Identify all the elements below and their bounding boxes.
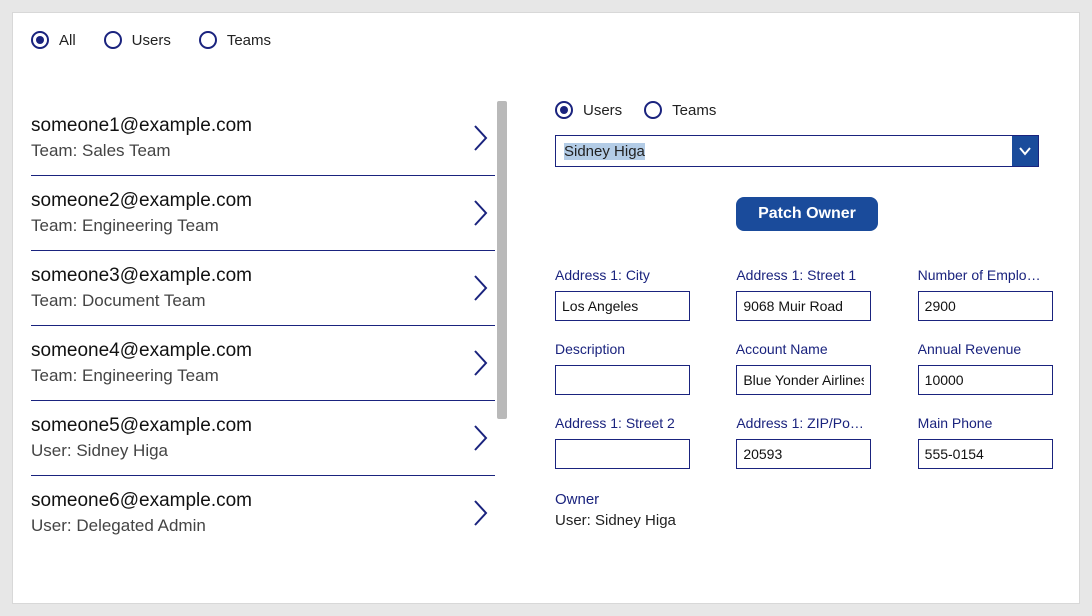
radio-label: All [59, 32, 76, 49]
street1-input[interactable] [736, 291, 871, 321]
list-item-sub: Team: Sales Team [31, 141, 252, 161]
field-label: Address 1: City [555, 267, 696, 283]
list-item-content: someone6@example.com User: Delegated Adm… [31, 490, 252, 536]
list-item-email: someone2@example.com [31, 190, 252, 212]
detail-panel: Users Teams Sidney Higa Patch Owner Addr… [507, 101, 1061, 595]
list-item-email: someone4@example.com [31, 340, 252, 362]
chevron-right-icon [473, 349, 489, 377]
list-item-sub: Team: Engineering Team [31, 366, 252, 386]
field-label: Number of Emplo… [918, 267, 1059, 283]
list-container[interactable]: someone1@example.com Team: Sales Team so… [31, 101, 495, 595]
list-item[interactable]: someone2@example.com Team: Engineering T… [31, 176, 495, 251]
chevron-right-icon [473, 124, 489, 152]
owner-block: Owner User: Sidney Higa [555, 491, 1059, 529]
chevron-right-icon [473, 274, 489, 302]
radio-users-detail[interactable]: Users [555, 101, 622, 119]
radio-label: Teams [672, 102, 716, 119]
list-item-sub: User: Sidney Higa [31, 441, 252, 461]
field-label: Main Phone [918, 415, 1059, 431]
street2-input[interactable] [555, 439, 690, 469]
list-item[interactable]: someone1@example.com Team: Sales Team [31, 101, 495, 176]
list-item-email: someone5@example.com [31, 415, 252, 437]
field-label: Annual Revenue [918, 341, 1059, 357]
zip-input[interactable] [736, 439, 871, 469]
list-item-sub: Team: Document Team [31, 291, 252, 311]
top-filter-group: All Users Teams [31, 31, 1061, 49]
radio-icon [644, 101, 662, 119]
field-label: Account Name [736, 341, 877, 357]
field-street1: Address 1: Street 1 [736, 267, 877, 321]
field-description: Description [555, 341, 696, 395]
scrollbar[interactable] [497, 101, 507, 419]
radio-icon [31, 31, 49, 49]
account-input[interactable] [736, 365, 871, 395]
main-area: someone1@example.com Team: Sales Team so… [31, 101, 1061, 595]
owner-dropdown[interactable]: Sidney Higa [555, 135, 1039, 167]
field-phone: Main Phone [918, 415, 1059, 469]
radio-icon [199, 31, 217, 49]
list-item-email: someone3@example.com [31, 265, 252, 287]
detail-filter-group: Users Teams [555, 101, 1059, 119]
list-item-content: someone1@example.com Team: Sales Team [31, 115, 252, 161]
field-label: Address 1: ZIP/Po… [736, 415, 877, 431]
radio-label: Users [132, 32, 171, 49]
chevron-right-icon [473, 199, 489, 227]
field-label: Description [555, 341, 696, 357]
radio-label: Teams [227, 32, 271, 49]
fields-grid: Address 1: City Address 1: Street 1 Numb… [555, 267, 1059, 469]
field-revenue: Annual Revenue [918, 341, 1059, 395]
list-item-email: someone6@example.com [31, 490, 252, 512]
list-item[interactable]: someone4@example.com Team: Engineering T… [31, 326, 495, 401]
field-account: Account Name [736, 341, 877, 395]
list-item-email: someone1@example.com [31, 115, 252, 137]
owner-label: Owner [555, 491, 1059, 508]
revenue-input[interactable] [918, 365, 1053, 395]
field-label: Address 1: Street 1 [736, 267, 877, 283]
list-item[interactable]: someone6@example.com User: Delegated Adm… [31, 476, 495, 550]
list-item-content: someone3@example.com Team: Document Team [31, 265, 252, 311]
owner-value: User: Sidney Higa [555, 512, 1059, 529]
radio-all[interactable]: All [31, 31, 76, 49]
list-item-sub: User: Delegated Admin [31, 516, 252, 536]
radio-icon [104, 31, 122, 49]
chevron-right-icon [473, 424, 489, 452]
field-zip: Address 1: ZIP/Po… [736, 415, 877, 469]
radio-teams[interactable]: Teams [199, 31, 271, 49]
list-panel: someone1@example.com Team: Sales Team so… [31, 101, 507, 595]
list-item-sub: Team: Engineering Team [31, 216, 252, 236]
field-label: Address 1: Street 2 [555, 415, 696, 431]
patch-owner-button[interactable]: Patch Owner [736, 197, 878, 231]
dropdown-value: Sidney Higa [556, 143, 653, 160]
city-input[interactable] [555, 291, 690, 321]
list-item[interactable]: someone3@example.com Team: Document Team [31, 251, 495, 326]
radio-icon [555, 101, 573, 119]
field-employees: Number of Emplo… [918, 267, 1059, 321]
radio-teams-detail[interactable]: Teams [644, 101, 716, 119]
radio-label: Users [583, 102, 622, 119]
chevron-down-icon [1012, 136, 1038, 166]
field-street2: Address 1: Street 2 [555, 415, 696, 469]
list-item[interactable]: someone5@example.com User: Sidney Higa [31, 401, 495, 476]
radio-users[interactable]: Users [104, 31, 171, 49]
app-window: All Users Teams someone1@example.com Tea… [12, 12, 1080, 604]
description-input[interactable] [555, 365, 690, 395]
employees-input[interactable] [918, 291, 1053, 321]
list-item-content: someone2@example.com Team: Engineering T… [31, 190, 252, 236]
chevron-right-icon [473, 499, 489, 527]
phone-input[interactable] [918, 439, 1053, 469]
list-item-content: someone4@example.com Team: Engineering T… [31, 340, 252, 386]
patch-button-wrap: Patch Owner [555, 197, 1059, 231]
field-city: Address 1: City [555, 267, 696, 321]
list-item-content: someone5@example.com User: Sidney Higa [31, 415, 252, 461]
